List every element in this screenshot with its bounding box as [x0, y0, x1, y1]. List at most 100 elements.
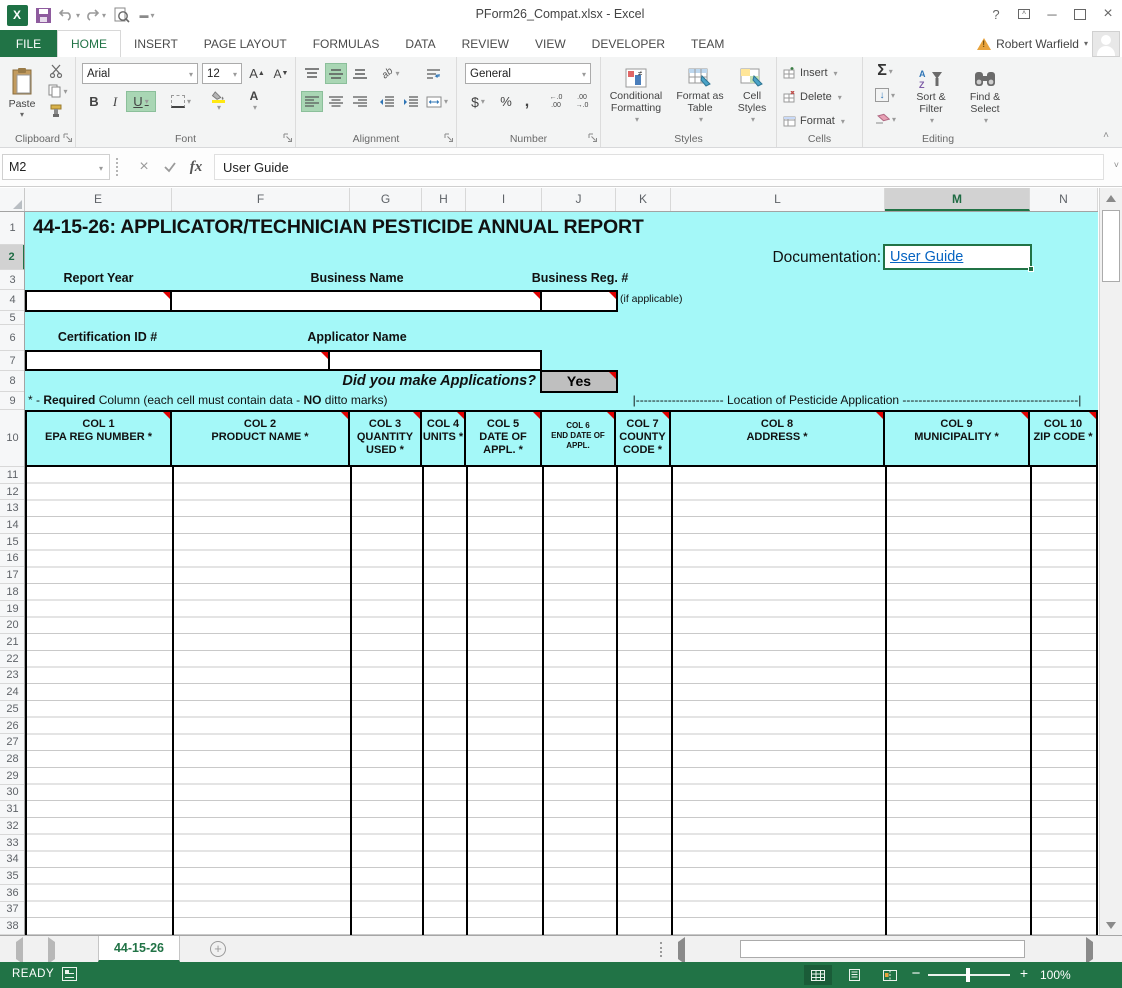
font-name-combobox[interactable]: Arial: [82, 63, 198, 84]
business-reg-input[interactable]: [542, 290, 618, 312]
row-header-21[interactable]: 21: [0, 634, 25, 651]
row-header-28[interactable]: 28: [0, 751, 25, 768]
table-column-header-9[interactable]: COL 9MUNICIPALITY *: [885, 410, 1030, 467]
table-column-header-4[interactable]: COL 4UNITS *: [422, 410, 466, 467]
underline-button[interactable]: U: [126, 91, 156, 112]
top-align-button[interactable]: [301, 63, 323, 84]
row-header-15[interactable]: 15: [0, 534, 25, 551]
row-header-27[interactable]: 27: [0, 734, 25, 751]
delete-cells-button[interactable]: Delete: [783, 87, 857, 107]
merge-center-button[interactable]: [424, 91, 450, 112]
alignment-dialog-launcher[interactable]: [444, 133, 454, 143]
row-header-7[interactable]: 7: [0, 351, 25, 371]
row-header-31[interactable]: 31: [0, 801, 25, 818]
column-header-F[interactable]: F: [172, 188, 350, 211]
fill-handle[interactable]: [1028, 266, 1034, 272]
row-header-11[interactable]: 11: [0, 467, 25, 484]
new-sheet-icon[interactable]: +: [210, 941, 226, 957]
orientation-button[interactable]: ab: [376, 63, 406, 84]
middle-align-button[interactable]: [325, 63, 347, 84]
bold-button[interactable]: B: [84, 91, 104, 112]
row-header-2[interactable]: 2: [0, 245, 25, 270]
next-sheet-icon[interactable]: [48, 942, 55, 960]
column-header-H[interactable]: H: [422, 188, 466, 211]
scroll-right-icon[interactable]: [1086, 942, 1093, 960]
formula-bar-resize-handle[interactable]: [116, 158, 119, 176]
selected-cell-m2[interactable]: User Guide: [883, 244, 1032, 270]
horizontal-scroll-thumb[interactable]: [740, 940, 1025, 958]
maximize-button[interactable]: [1066, 0, 1094, 28]
row-header-30[interactable]: 30: [0, 785, 25, 802]
help-button[interactable]: ?: [982, 0, 1010, 28]
tab-developer[interactable]: DEVELOPER: [579, 30, 678, 57]
wrap-text-button[interactable]: [420, 63, 446, 84]
tab-data[interactable]: DATA: [392, 30, 448, 57]
row-header-14[interactable]: 14: [0, 517, 25, 534]
collapse-ribbon-icon[interactable]: ˄: [1096, 127, 1116, 143]
normal-view-icon[interactable]: [804, 965, 832, 985]
zoom-out-icon[interactable]: −: [908, 965, 924, 985]
column-header-J[interactable]: J: [542, 188, 616, 211]
align-left-button[interactable]: [301, 91, 323, 112]
formula-input[interactable]: User Guide: [214, 154, 1104, 180]
paste-button[interactable]: Paste ▾: [4, 61, 40, 125]
horizontal-scrollbar[interactable]: [700, 940, 1080, 958]
clear-button[interactable]: [869, 109, 901, 129]
scroll-down-icon[interactable]: [1100, 916, 1122, 934]
tab-insert[interactable]: INSERT: [121, 30, 191, 57]
zoom-slider[interactable]: [928, 974, 1010, 976]
row-header-35[interactable]: 35: [0, 868, 25, 885]
row-header-23[interactable]: 23: [0, 668, 25, 685]
format-as-table-button[interactable]: Format asTable: [671, 61, 729, 133]
column-header-M[interactable]: M: [885, 188, 1030, 211]
comma-style-button[interactable]: ,: [519, 91, 535, 112]
business-name-input[interactable]: [172, 290, 542, 312]
conditional-formatting-button[interactable]: ≠ ConditionalFormatting: [603, 61, 669, 133]
row-header-20[interactable]: 20: [0, 617, 25, 634]
table-column-header-10[interactable]: COL 10ZIP CODE *: [1030, 410, 1098, 467]
formula-bar-expand-icon[interactable]: ˅: [1114, 160, 1119, 170]
increase-indent-button[interactable]: [399, 91, 421, 112]
row-header-12[interactable]: 12: [0, 484, 25, 501]
fill-button[interactable]: ↓: [869, 85, 901, 105]
page-layout-view-icon[interactable]: [840, 965, 868, 985]
row-header-10[interactable]: 10: [0, 410, 25, 467]
zoom-in-icon[interactable]: +: [1016, 965, 1032, 985]
column-header-L[interactable]: L: [671, 188, 885, 211]
format-cells-button[interactable]: Format: [783, 111, 857, 131]
cut-icon[interactable]: [44, 62, 68, 80]
tab-view[interactable]: VIEW: [522, 30, 579, 57]
scroll-up-icon[interactable]: [1100, 189, 1122, 207]
row-header-19[interactable]: 19: [0, 601, 25, 618]
table-column-header-7[interactable]: COL 7COUNTY CODE *: [616, 410, 671, 467]
row-header-36[interactable]: 36: [0, 885, 25, 902]
user-guide-link[interactable]: User Guide: [890, 249, 963, 265]
cancel-icon[interactable]: ×: [132, 154, 156, 180]
autosum-button[interactable]: Σ: [869, 61, 901, 81]
redo-icon[interactable]: [82, 4, 108, 26]
italic-button[interactable]: I: [106, 91, 124, 112]
save-icon[interactable]: [30, 4, 56, 26]
print-preview-icon[interactable]: [108, 4, 134, 26]
prev-sheet-icon[interactable]: [16, 942, 23, 960]
column-header-K[interactable]: K: [616, 188, 671, 211]
row-header-24[interactable]: 24: [0, 684, 25, 701]
zoom-level[interactable]: 100%: [1040, 968, 1071, 982]
row-header-17[interactable]: 17: [0, 567, 25, 584]
increase-decimal-button[interactable]: ←.0.00: [543, 91, 569, 112]
clipboard-dialog-launcher[interactable]: [63, 133, 73, 143]
ribbon-display-options-icon[interactable]: ˄: [1010, 0, 1038, 28]
font-color-button[interactable]: A: [238, 91, 270, 112]
tab-home[interactable]: HOME: [57, 30, 121, 57]
enter-icon[interactable]: [158, 154, 182, 180]
align-right-button[interactable]: [349, 91, 371, 112]
sort-filter-button[interactable]: AZ Sort &Filter: [905, 61, 957, 133]
copy-icon[interactable]: [44, 82, 72, 100]
number-dialog-launcher[interactable]: [588, 133, 598, 143]
vertical-scroll-thumb[interactable]: [1102, 210, 1120, 282]
row-header-25[interactable]: 25: [0, 701, 25, 718]
report-year-input[interactable]: [25, 290, 172, 312]
column-header-E[interactable]: E: [25, 188, 172, 211]
accounting-format-button[interactable]: $: [465, 91, 491, 112]
row-header-16[interactable]: 16: [0, 551, 25, 568]
